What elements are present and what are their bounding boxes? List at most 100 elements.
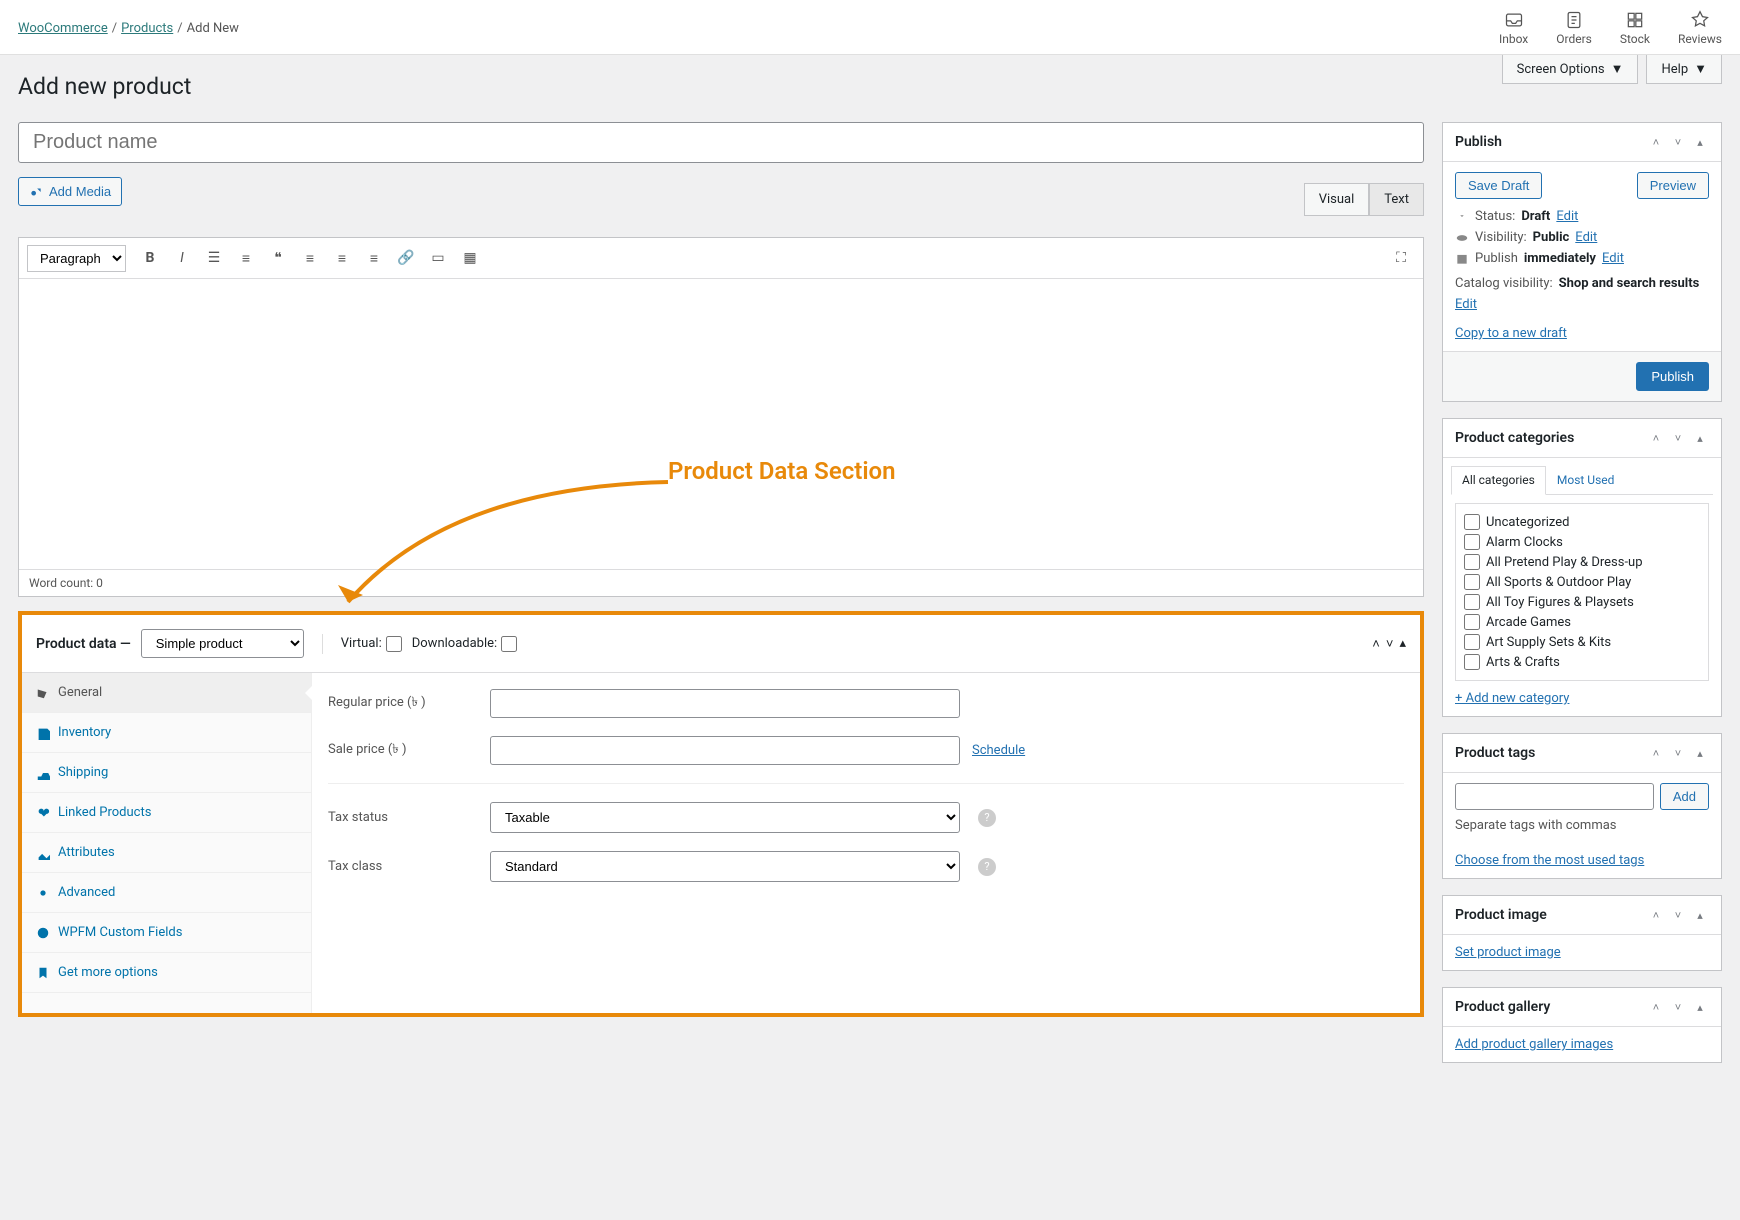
pd-tab-shipping[interactable]: Shipping: [22, 753, 311, 793]
move-down-icon[interactable]: ˅: [1669, 744, 1687, 762]
category-checkbox[interactable]: [1464, 574, 1480, 590]
fullscreen-button[interactable]: ⛶: [1387, 244, 1415, 272]
help-button[interactable]: Help ▼: [1646, 55, 1722, 84]
tab-most-used[interactable]: Most Used: [1546, 466, 1626, 494]
tab-text[interactable]: Text: [1369, 183, 1424, 216]
italic-button[interactable]: I: [168, 244, 196, 272]
move-down-icon[interactable]: ˅: [1669, 429, 1687, 447]
align-left-button[interactable]: ≡: [296, 244, 324, 272]
category-checkbox[interactable]: [1464, 554, 1480, 570]
bold-button[interactable]: B: [136, 244, 164, 272]
category-item[interactable]: Alarm Clocks: [1464, 532, 1700, 552]
tax-class-select[interactable]: Standard: [490, 851, 960, 882]
category-checkbox[interactable]: [1464, 594, 1480, 610]
inbox-nav[interactable]: Inbox: [1499, 10, 1528, 46]
pd-tab-attributes[interactable]: Attributes: [22, 833, 311, 873]
edit-status-link[interactable]: Edit: [1556, 209, 1578, 224]
toggle-icon[interactable]: ▴: [1691, 906, 1709, 924]
category-item[interactable]: Arcade Games: [1464, 612, 1700, 632]
downloadable-checkbox[interactable]: [501, 636, 517, 652]
product-type-select[interactable]: Simple product: [141, 629, 304, 658]
reviews-nav[interactable]: Reviews: [1678, 10, 1722, 46]
virtual-checkbox-label[interactable]: Virtual:: [341, 636, 402, 652]
tag-input[interactable]: [1455, 783, 1654, 810]
category-checkbox[interactable]: [1464, 654, 1480, 670]
category-item[interactable]: All Pretend Play & Dress-up: [1464, 552, 1700, 572]
choose-tags-link[interactable]: Choose from the most used tags: [1455, 853, 1709, 868]
downloadable-checkbox-label[interactable]: Downloadable:: [412, 636, 517, 652]
move-up-icon[interactable]: ˄: [1647, 429, 1665, 447]
regular-price-input[interactable]: [490, 689, 960, 718]
category-checkbox[interactable]: [1464, 634, 1480, 650]
category-checkbox[interactable]: [1464, 514, 1480, 530]
breadcrumb-products[interactable]: Products: [121, 21, 173, 36]
toggle-icon[interactable]: ▴: [1691, 133, 1709, 151]
help-icon[interactable]: ?: [978, 809, 996, 827]
align-right-button[interactable]: ≡: [360, 244, 388, 272]
editor-textarea[interactable]: [19, 279, 1423, 569]
tab-icon: [36, 726, 50, 740]
pd-tab-linked-products[interactable]: Linked Products: [22, 793, 311, 833]
help-icon[interactable]: ?: [978, 858, 996, 876]
tax-status-select[interactable]: Taxable: [490, 802, 960, 833]
breadcrumb-root[interactable]: WooCommerce: [18, 21, 108, 36]
pd-tab-inventory[interactable]: Inventory: [22, 713, 311, 753]
add-gallery-images-link[interactable]: Add product gallery images: [1455, 1037, 1613, 1052]
screen-options-button[interactable]: Screen Options ▼: [1502, 55, 1639, 84]
move-up-icon[interactable]: ˄: [1647, 133, 1665, 151]
number-list-button[interactable]: ≡: [232, 244, 260, 272]
virtual-checkbox[interactable]: [386, 636, 402, 652]
product-title-input[interactable]: [18, 122, 1424, 163]
category-item[interactable]: Uncategorized: [1464, 512, 1700, 532]
category-checkbox[interactable]: [1464, 534, 1480, 550]
more-button[interactable]: ▭: [424, 244, 452, 272]
align-center-button[interactable]: ≡: [328, 244, 356, 272]
quote-button[interactable]: ❝: [264, 244, 292, 272]
media-icon: [29, 185, 43, 199]
save-draft-button[interactable]: Save Draft: [1455, 172, 1542, 199]
pd-tab-wpfm-custom-fields[interactable]: WPFM Custom Fields: [22, 913, 311, 953]
set-product-image-link[interactable]: Set product image: [1455, 945, 1561, 960]
paragraph-select[interactable]: Paragraph: [27, 245, 126, 272]
move-down-icon[interactable]: ˅: [1669, 906, 1687, 924]
move-up-icon[interactable]: ˄: [1647, 998, 1665, 1016]
add-tag-button[interactable]: Add: [1660, 783, 1709, 810]
sale-price-input[interactable]: [490, 736, 960, 765]
toggle-icon[interactable]: ▴: [1691, 429, 1709, 447]
stock-nav[interactable]: Stock: [1620, 10, 1650, 46]
category-item[interactable]: Arts & Crafts: [1464, 652, 1700, 672]
move-up-icon[interactable]: ˄: [1647, 906, 1665, 924]
content-editor: Paragraph B I ☰ ≡ ❝ ≡ ≡ ≡ 🔗 ▭ ▦ ⛶ Word c…: [18, 237, 1424, 597]
copy-draft-link[interactable]: Copy to a new draft: [1455, 326, 1709, 341]
toggle-panel-icon[interactable]: ▴: [1399, 636, 1406, 652]
tab-visual[interactable]: Visual: [1304, 183, 1370, 216]
pd-tab-advanced[interactable]: Advanced: [22, 873, 311, 913]
pd-tab-get-more-options[interactable]: Get more options: [22, 953, 311, 993]
toggle-icon[interactable]: ▴: [1691, 744, 1709, 762]
category-item[interactable]: All Sports & Outdoor Play: [1464, 572, 1700, 592]
add-media-button[interactable]: Add Media: [18, 177, 122, 206]
category-checkbox[interactable]: [1464, 614, 1480, 630]
edit-publish-link[interactable]: Edit: [1602, 251, 1624, 266]
publish-button[interactable]: Publish: [1636, 362, 1709, 391]
move-down-icon[interactable]: ˅: [1386, 636, 1394, 652]
move-up-icon[interactable]: ˄: [1647, 744, 1665, 762]
pd-tab-general[interactable]: General: [22, 673, 311, 713]
bullet-list-button[interactable]: ☰: [200, 244, 228, 272]
toggle-icon[interactable]: ▴: [1691, 998, 1709, 1016]
tab-all-categories[interactable]: All categories: [1451, 466, 1546, 495]
toolbar-toggle-button[interactable]: ▦: [456, 244, 484, 272]
move-down-icon[interactable]: ˅: [1669, 133, 1687, 151]
category-item[interactable]: All Toy Figures & Playsets: [1464, 592, 1700, 612]
link-button[interactable]: 🔗: [392, 244, 420, 272]
preview-button[interactable]: Preview: [1637, 172, 1709, 199]
add-new-category-link[interactable]: + Add new category: [1455, 691, 1709, 706]
move-up-icon[interactable]: ˄: [1372, 636, 1380, 652]
page-title: Add new product: [18, 55, 1722, 122]
edit-catalog-link[interactable]: Edit: [1455, 297, 1477, 312]
edit-visibility-link[interactable]: Edit: [1575, 230, 1597, 245]
move-down-icon[interactable]: ˅: [1669, 998, 1687, 1016]
schedule-link[interactable]: Schedule: [972, 743, 1025, 758]
orders-nav[interactable]: Orders: [1556, 10, 1592, 46]
category-item[interactable]: Art Supply Sets & Kits: [1464, 632, 1700, 652]
